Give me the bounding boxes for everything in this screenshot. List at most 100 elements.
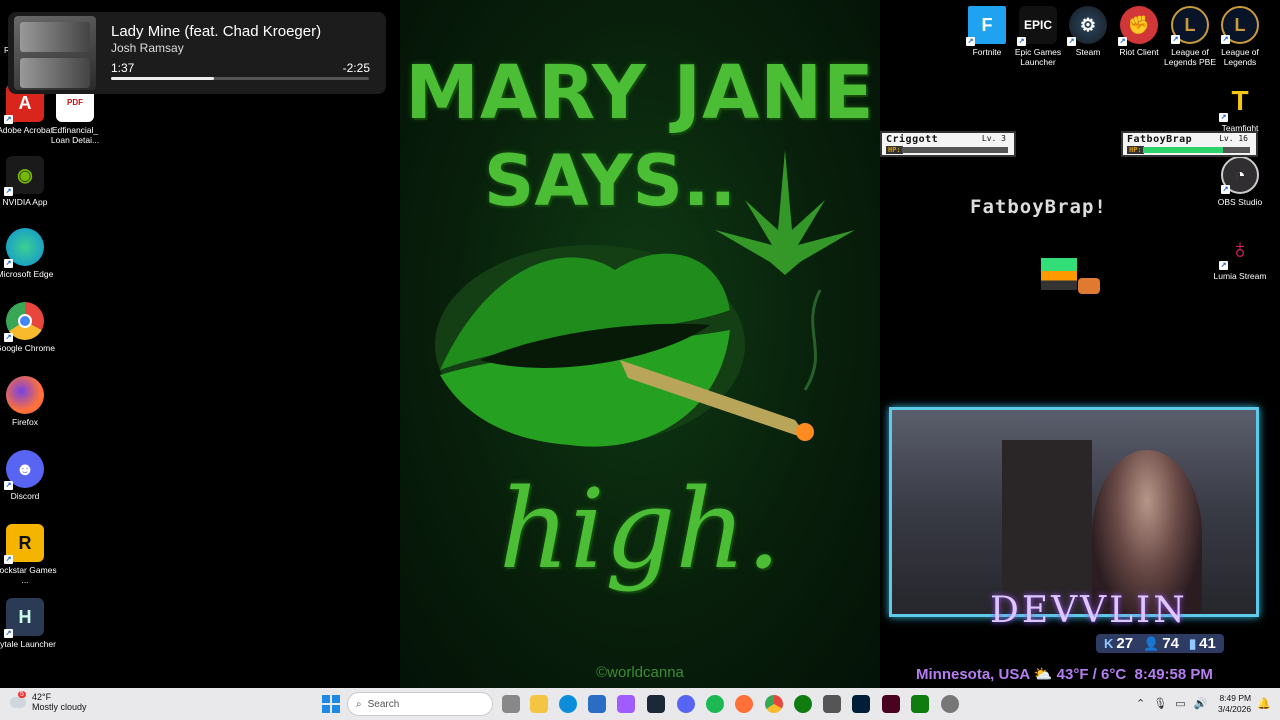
desktop-icon-lumia[interactable]: ♁ ↗ Lumia Stream xyxy=(1208,230,1272,282)
desktop-icon-edge[interactable]: ↗ Microsoft Edge xyxy=(0,228,57,279)
chrome-icon: ↗ xyxy=(4,302,44,342)
icon-label: Microsoft Edge xyxy=(0,269,54,279)
search-placeholder: Search xyxy=(367,698,400,710)
notification-bell-icon[interactable]: 🔔 xyxy=(1257,697,1271,710)
desktop-icon-hytale[interactable]: H ↗ Hytale Launcher xyxy=(0,598,57,649)
settings-gear-icon[interactable] xyxy=(941,695,959,713)
icon-label: OBS Studio xyxy=(1217,197,1263,207)
shortcut-arrow-icon: ↗ xyxy=(1017,37,1026,46)
shortcut-arrow-icon: ↗ xyxy=(4,259,13,268)
shortcut-arrow-icon: ↗ xyxy=(1171,35,1180,44)
search-icon: ⌕ xyxy=(356,698,362,710)
stream-time: 8:49:58 PM xyxy=(1134,666,1213,683)
taskbar-weather[interactable]: 5 42°F Mostly cloudy xyxy=(10,690,87,712)
icon-label: Firefox xyxy=(12,417,38,427)
desktop-icon-chrome[interactable]: ↗ Google Chrome xyxy=(0,302,57,353)
nvidia-icon: ◉ ↗ xyxy=(4,156,44,196)
track-title: Lady Mine (feat. Chad Kroeger) xyxy=(111,23,322,40)
streamer-name: DEVVLIN xyxy=(990,590,1188,631)
taskbar-clock[interactable]: 8:49 PM 3/4/2026 xyxy=(1218,693,1251,715)
desktop-icon-firefox[interactable]: Firefox xyxy=(0,376,57,427)
player-level: Lv. 3 xyxy=(981,134,1006,143)
desktop-icon-rockstar[interactable]: R↗ Rockstar Games ... xyxy=(0,524,57,585)
webcam-feed xyxy=(889,407,1259,617)
clock-time: 8:49 PM xyxy=(1219,693,1252,703)
pixel-sprite-icon xyxy=(1041,258,1077,290)
microphone-icon[interactable]: 🎙 xyxy=(1153,697,1167,710)
volume-icon[interactable]: 🔊 xyxy=(1194,697,1208,710)
store-icon[interactable] xyxy=(588,695,606,713)
desktop-icon-discord[interactable]: ☻ ↗ Discord xyxy=(0,450,57,501)
riot-icon: ✊ ↗ xyxy=(1118,6,1158,46)
stream-stats: K 27 👤 74 ▮ 41 xyxy=(1096,634,1224,653)
epic-games-icon: EPIC ↗ xyxy=(1017,6,1057,46)
chrome-taskbar-icon[interactable] xyxy=(765,695,783,713)
icon-label: Google Chrome xyxy=(0,343,55,353)
xbox-app-icon[interactable] xyxy=(911,695,929,713)
wallpaper-poster: MARY JANE SAYS.. high. ©worldcanna xyxy=(400,0,880,688)
seek-bar[interactable] xyxy=(111,77,369,80)
stat-kick: K 27 xyxy=(1104,635,1134,652)
firefox-icon xyxy=(6,376,44,414)
shortcut-arrow-icon: ↗ xyxy=(4,115,13,124)
network-icon[interactable]: ▭ xyxy=(1175,697,1185,710)
shortcut-arrow-icon: ↗ xyxy=(1067,37,1076,46)
discord-taskbar-icon[interactable] xyxy=(677,695,695,713)
cloud-sun-icon: ⛅ xyxy=(1033,666,1057,683)
hp-track xyxy=(1143,147,1250,153)
bar-chart-icon: ▮ xyxy=(1188,635,1197,651)
icon-label: Discord xyxy=(10,491,40,501)
xbox-icon[interactable] xyxy=(794,695,812,713)
edge-icon: ↗ xyxy=(4,228,44,268)
poster-credit: ©worldcanna xyxy=(596,664,684,681)
snipping-tool-icon[interactable] xyxy=(823,695,841,713)
shortcut-arrow-icon: ↗ xyxy=(1118,37,1127,46)
player-name: Criggott xyxy=(886,134,939,145)
elapsed-time: 1:37 xyxy=(111,61,135,75)
weather-desc: Mostly cloudy xyxy=(32,702,87,712)
obs-icon: ◔ ↗ xyxy=(1221,156,1259,194)
edge-taskbar-icon[interactable] xyxy=(559,695,577,713)
icon-label: NVIDIA App xyxy=(2,197,48,207)
track-artist: Josh Ramsay xyxy=(111,41,184,55)
firefox-taskbar-icon[interactable] xyxy=(735,695,753,713)
shortcut-arrow-icon: ↗ xyxy=(966,37,975,46)
stat-viewers: ▮ 41 xyxy=(1188,635,1216,652)
steam-taskbar-icon[interactable] xyxy=(647,695,665,713)
photoshop-icon[interactable] xyxy=(852,695,870,713)
chevron-up-icon[interactable]: ⌃ xyxy=(1136,697,1145,710)
lumia-icon: ♁ ↗ xyxy=(1219,233,1251,270)
shortcut-arrow-icon: ↗ xyxy=(4,629,13,638)
search-box[interactable]: ⌕ Search xyxy=(347,692,493,716)
album-art xyxy=(14,16,96,90)
start-button[interactable] xyxy=(322,695,340,713)
discord-icon: ☻ ↗ xyxy=(4,450,44,490)
cloud-icon: 5 xyxy=(10,690,26,708)
person-icon: 👤 xyxy=(1143,635,1160,651)
system-tray[interactable]: ⌃ 🎙 ▭ 🔊 xyxy=(1136,697,1207,710)
desktop-icon-league[interactable]: L ↗ League of Legends xyxy=(1208,6,1272,67)
hp-track xyxy=(902,147,1008,153)
spotify-icon[interactable] xyxy=(706,695,724,713)
hp-fill xyxy=(1143,147,1224,153)
media-flyout[interactable]: Lady Mine (feat. Chad Kroeger) Josh Rams… xyxy=(8,12,386,94)
shortcut-arrow-icon: ↗ xyxy=(1221,185,1230,194)
desktop-icon-teamfight[interactable]: T ↗ Teamfight xyxy=(1208,82,1272,133)
file-explorer-icon[interactable] xyxy=(530,695,548,713)
copilot-icon[interactable] xyxy=(617,695,635,713)
desktop-icon-nvidia[interactable]: ◉ ↗ NVIDIA App xyxy=(0,156,57,207)
taskbar: 5 42°F Mostly cloudy ⌕ Search ⌃ 🎙 ▭ 🔊 8:… xyxy=(0,688,1280,720)
shortcut-arrow-icon: ↗ xyxy=(1221,35,1230,44)
stat-followers: 👤 74 xyxy=(1143,635,1179,652)
indesign-icon[interactable] xyxy=(882,695,900,713)
task-view-icon[interactable] xyxy=(502,695,520,713)
shortcut-arrow-icon: ↗ xyxy=(1219,261,1228,270)
seek-bar-fill xyxy=(111,77,215,80)
desktop-icon-obs[interactable]: ◔ ↗ OBS Studio xyxy=(1208,156,1272,207)
rockstar-icon: R ↗ xyxy=(4,524,44,564)
icon-label: Lumia Stream xyxy=(1213,271,1267,281)
shortcut-arrow-icon: ↗ xyxy=(4,333,13,342)
teamfight-icon: T ↗ xyxy=(1219,85,1249,122)
fortnite-icon: F ↗ xyxy=(966,6,1006,46)
battle-message: FatboyBrap! xyxy=(970,196,1107,218)
